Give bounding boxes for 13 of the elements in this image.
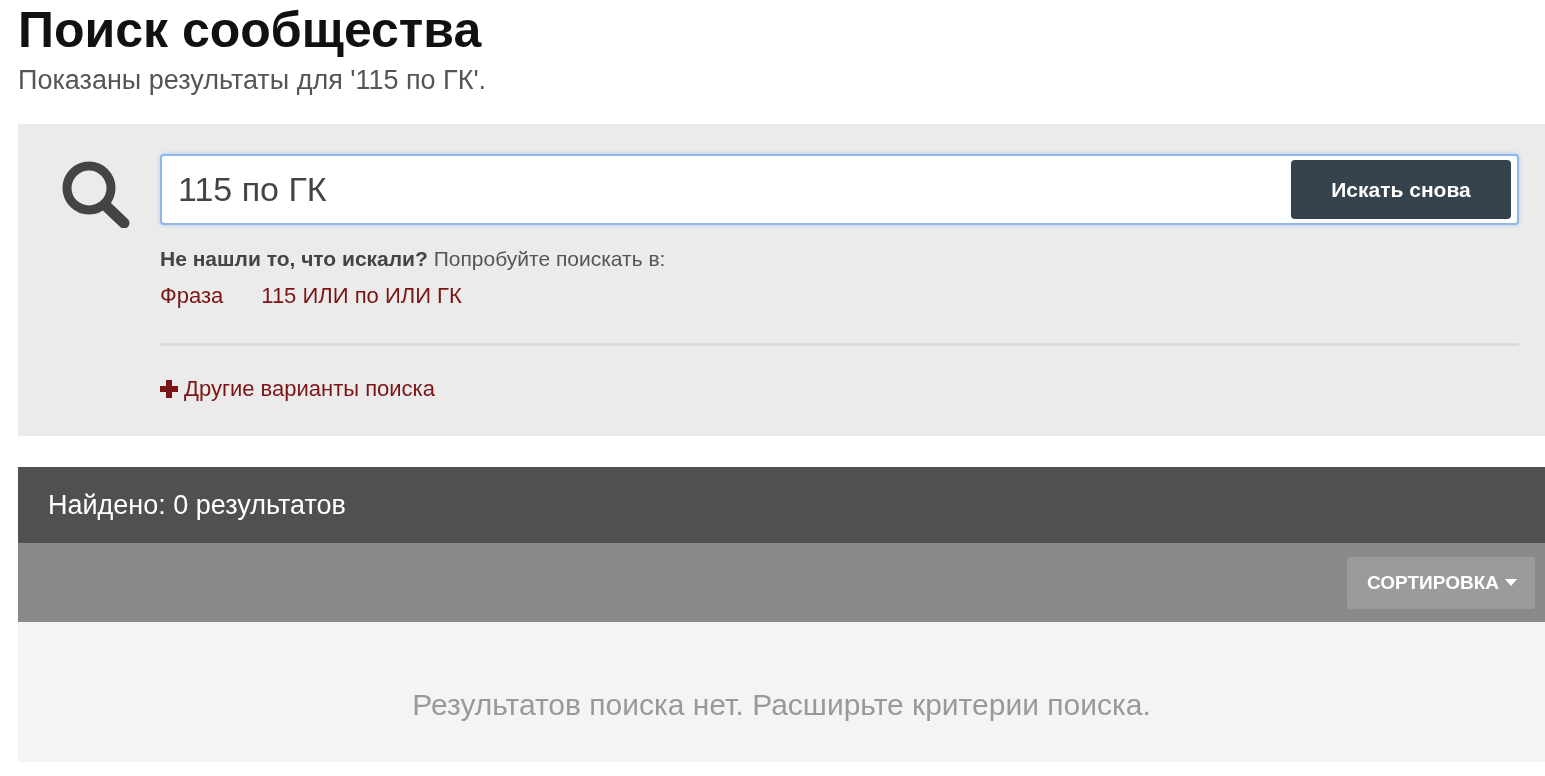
- suggestion-hint: Не нашли то, что искали? Попробуйте поискать в:: [160, 247, 666, 271]
- suggestion-link[interactable]: Фраза: [160, 283, 224, 309]
- search-again-button[interactable]: Искать снова: [1291, 160, 1511, 219]
- caret-icon: [1505, 578, 1517, 587]
- plus-icon: [160, 380, 178, 398]
- empty-message: Результатов поиска нет. Расширьте критерии поиска.: [412, 688, 1151, 723]
- suggestion-link[interactable]: 115 ИЛИ по ИЛИ ГК: [261, 283, 462, 309]
- search-icon: [60, 160, 130, 228]
- search-field[interactable]: 115 по ГК Искать снова: [160, 154, 1519, 225]
- more-options-link[interactable]: Другие варианты поиска: [160, 376, 435, 402]
- results-subtitle: Показаны результаты для '115 по ГК'.: [18, 64, 487, 96]
- results-count: Найдено: 0 результатов: [48, 489, 346, 521]
- page-title: Поиск сообщества: [18, 1, 482, 58]
